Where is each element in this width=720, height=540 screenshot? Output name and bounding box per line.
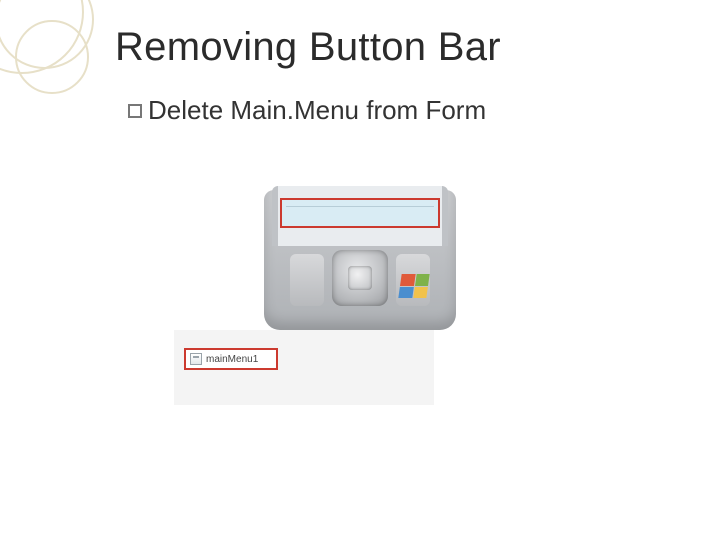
body-line: Delete Main.Menu from Form: [128, 95, 486, 126]
button-bar-highlight: [280, 198, 440, 228]
body-text: Delete Main.Menu from Form: [148, 95, 486, 126]
slide-title: Removing Button Bar: [115, 25, 501, 70]
dpad: [332, 250, 388, 306]
softkey-left: [290, 254, 324, 306]
softkey-right: [396, 254, 430, 306]
component-label: mainMenu1: [206, 354, 258, 365]
hardware-buttons: [290, 248, 430, 318]
decorative-ring: [15, 20, 89, 94]
windows-flag-icon: [398, 274, 429, 298]
phone-illustration: mainMenu1: [254, 190, 466, 470]
bullet-icon: [128, 104, 142, 118]
component-tray-item: mainMenu1: [184, 348, 278, 370]
menu-component-icon: [190, 353, 202, 365]
